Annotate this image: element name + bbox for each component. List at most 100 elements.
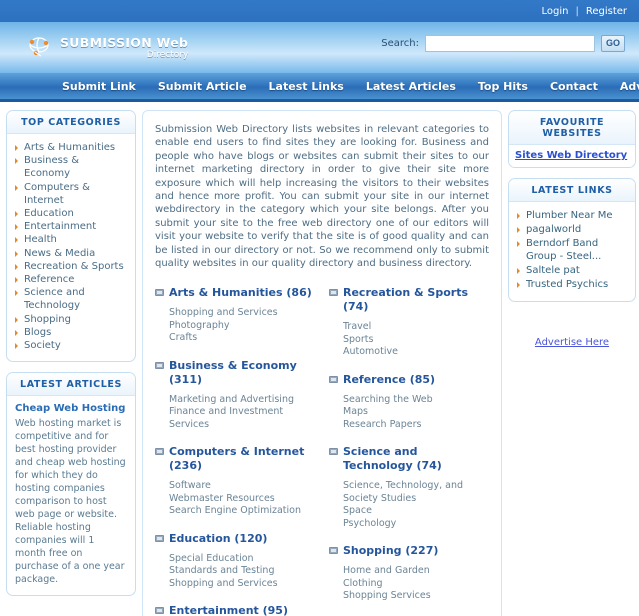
latest-link-anchor[interactable]: Saltele pat bbox=[526, 265, 580, 276]
subcategory-item[interactable]: Special Education bbox=[169, 553, 315, 566]
subcategory-item[interactable]: Software bbox=[169, 480, 315, 493]
subcategory-link[interactable]: Shopping Services bbox=[343, 590, 431, 601]
subcategory-item[interactable]: Psychology bbox=[343, 518, 489, 531]
latest-link-anchor[interactable]: Plumber Near Me bbox=[526, 210, 613, 221]
sidebar-category-link[interactable]: Education bbox=[24, 208, 74, 219]
subcategory-item[interactable]: Space bbox=[343, 505, 489, 518]
sidebar-category-link[interactable]: Blogs bbox=[24, 327, 51, 338]
nav-item-latest-links[interactable]: Latest Links bbox=[269, 80, 344, 93]
subcategory-item[interactable]: Research Papers bbox=[343, 419, 489, 432]
sidebar-category-item[interactable]: Shopping bbox=[15, 313, 127, 326]
nav-item-advanced-search[interactable]: Advanced Search bbox=[620, 80, 639, 93]
advertise-here-link[interactable]: Advertise Here bbox=[535, 337, 609, 348]
subcategory-link[interactable]: Shopping and Services bbox=[169, 578, 278, 589]
category-heading-link[interactable]: Recreation & Sports (74) bbox=[329, 286, 489, 314]
nav-item-top-hits[interactable]: Top Hits bbox=[478, 80, 528, 93]
nav-item-submit-link[interactable]: Submit Link bbox=[62, 80, 136, 93]
subcategory-link[interactable]: Photography bbox=[169, 320, 230, 331]
subcategory-item[interactable]: Crafts bbox=[169, 332, 315, 345]
subcategory-item[interactable]: Science, Technology, and Society Studies bbox=[343, 480, 489, 505]
latest-link-item[interactable]: Plumber Near Me bbox=[517, 209, 627, 222]
sidebar-category-link[interactable]: Business & Economy bbox=[24, 155, 79, 179]
latest-article-title[interactable]: Cheap Web Hosting bbox=[15, 403, 127, 414]
sidebar-category-item[interactable]: Society bbox=[15, 339, 127, 352]
subcategory-link[interactable]: Finance and Investment bbox=[169, 406, 283, 417]
nav-item-contact[interactable]: Contact bbox=[550, 80, 598, 93]
subcategory-link[interactable]: Research Papers bbox=[343, 419, 421, 430]
sidebar-category-item[interactable]: Computers & Internet bbox=[15, 181, 127, 207]
category-heading-link[interactable]: Shopping (227) bbox=[329, 544, 489, 558]
sidebar-category-link[interactable]: Computers & Internet bbox=[24, 182, 90, 206]
subcategory-item[interactable]: Maps bbox=[343, 406, 489, 419]
subcategory-link[interactable]: Software bbox=[169, 480, 211, 491]
sidebar-category-link[interactable]: Reference bbox=[24, 274, 74, 285]
subcategory-item[interactable]: Search Engine Optimization bbox=[169, 505, 315, 518]
subcategory-item[interactable]: Marketing and Advertising bbox=[169, 394, 315, 407]
subcategory-link[interactable]: Search Engine Optimization bbox=[169, 505, 301, 516]
category-heading-link[interactable]: Science and Technology (74) bbox=[329, 445, 489, 473]
sidebar-category-link[interactable]: Shopping bbox=[24, 314, 71, 325]
subcategory-link[interactable]: Maps bbox=[343, 406, 368, 417]
subcategory-link[interactable]: Crafts bbox=[169, 332, 197, 343]
subcategory-link[interactable]: Marketing and Advertising bbox=[169, 394, 294, 405]
subcategory-link[interactable]: Webmaster Resources bbox=[169, 493, 275, 504]
category-heading-link[interactable]: Computers & Internet (236) bbox=[155, 445, 315, 473]
subcategory-item[interactable]: Standards and Testing bbox=[169, 565, 315, 578]
subcategory-link[interactable]: Science, Technology, and Society Studies bbox=[343, 480, 463, 504]
sidebar-category-link[interactable]: Science and Technology bbox=[24, 287, 85, 311]
subcategory-item[interactable]: Searching the Web bbox=[343, 394, 489, 407]
category-heading-link[interactable]: Business & Economy (311) bbox=[155, 359, 315, 387]
sidebar-category-item[interactable]: Science and Technology bbox=[15, 286, 127, 312]
subcategory-item[interactable]: Sports bbox=[343, 334, 489, 347]
subcategory-link[interactable]: Standards and Testing bbox=[169, 565, 274, 576]
subcategory-link[interactable]: Searching the Web bbox=[343, 394, 433, 405]
category-heading-link[interactable]: Entertainment (95) bbox=[155, 604, 315, 616]
favourite-website-link[interactable]: Sites Web Directory bbox=[509, 145, 635, 167]
latest-link-item[interactable]: pagalworld bbox=[517, 223, 627, 236]
login-link[interactable]: Login bbox=[541, 6, 568, 17]
subcategory-item[interactable]: Clothing bbox=[343, 578, 489, 591]
subcategory-item[interactable]: Services bbox=[169, 419, 315, 432]
register-link[interactable]: Register bbox=[586, 6, 627, 17]
latest-link-anchor[interactable]: Berndorf Band Group - Steel... bbox=[526, 238, 601, 262]
site-logo[interactable]: SUBMISSION Web Directory bbox=[26, 34, 188, 60]
category-heading-link[interactable]: Reference (85) bbox=[329, 373, 489, 387]
nav-item-submit-article[interactable]: Submit Article bbox=[158, 80, 247, 93]
search-go-button[interactable]: GO bbox=[600, 35, 625, 52]
subcategory-item[interactable]: Home and Garden bbox=[343, 565, 489, 578]
category-heading-link[interactable]: Arts & Humanities (86) bbox=[155, 286, 315, 300]
sidebar-category-link[interactable]: Entertainment bbox=[24, 221, 96, 232]
subcategory-item[interactable]: Shopping Services bbox=[343, 590, 489, 603]
subcategory-link[interactable]: Space bbox=[343, 505, 372, 516]
sidebar-category-item[interactable]: Arts & Humanities bbox=[15, 141, 127, 154]
subcategory-link[interactable]: Special Education bbox=[169, 553, 254, 564]
subcategory-link[interactable]: Shopping and Services bbox=[169, 307, 278, 318]
latest-link-item[interactable]: Berndorf Band Group - Steel... bbox=[517, 237, 627, 263]
latest-link-item[interactable]: Saltele pat bbox=[517, 264, 627, 277]
subcategory-item[interactable]: Travel bbox=[343, 321, 489, 334]
latest-link-anchor[interactable]: pagalworld bbox=[526, 224, 581, 235]
sidebar-category-link[interactable]: Society bbox=[24, 340, 61, 351]
subcategory-link[interactable]: Home and Garden bbox=[343, 565, 430, 576]
sidebar-category-item[interactable]: Blogs bbox=[15, 326, 127, 339]
latest-link-item[interactable]: Trusted Psychics bbox=[517, 278, 627, 291]
category-heading-link[interactable]: Education (120) bbox=[155, 532, 315, 546]
sidebar-category-link[interactable]: News & Media bbox=[24, 248, 95, 259]
sidebar-category-item[interactable]: Entertainment bbox=[15, 220, 127, 233]
subcategory-item[interactable]: Shopping and Services bbox=[169, 307, 315, 320]
subcategory-item[interactable]: Finance and Investment bbox=[169, 406, 315, 419]
subcategory-item[interactable]: Photography bbox=[169, 320, 315, 333]
sidebar-category-item[interactable]: Business & Economy bbox=[15, 154, 127, 180]
subcategory-link[interactable]: Travel bbox=[343, 321, 371, 332]
latest-link-anchor[interactable]: Trusted Psychics bbox=[526, 279, 608, 290]
subcategory-item[interactable]: Webmaster Resources bbox=[169, 493, 315, 506]
sidebar-category-item[interactable]: News & Media bbox=[15, 247, 127, 260]
subcategory-item[interactable]: Shopping and Services bbox=[169, 578, 315, 591]
nav-item-latest-articles[interactable]: Latest Articles bbox=[366, 80, 456, 93]
subcategory-link[interactable]: Psychology bbox=[343, 518, 396, 529]
subcategory-link[interactable]: Services bbox=[169, 419, 209, 430]
sidebar-category-link[interactable]: Health bbox=[24, 234, 57, 245]
subcategory-link[interactable]: Automotive bbox=[343, 346, 398, 357]
subcategory-item[interactable]: Automotive bbox=[343, 346, 489, 359]
sidebar-category-item[interactable]: Education bbox=[15, 207, 127, 220]
